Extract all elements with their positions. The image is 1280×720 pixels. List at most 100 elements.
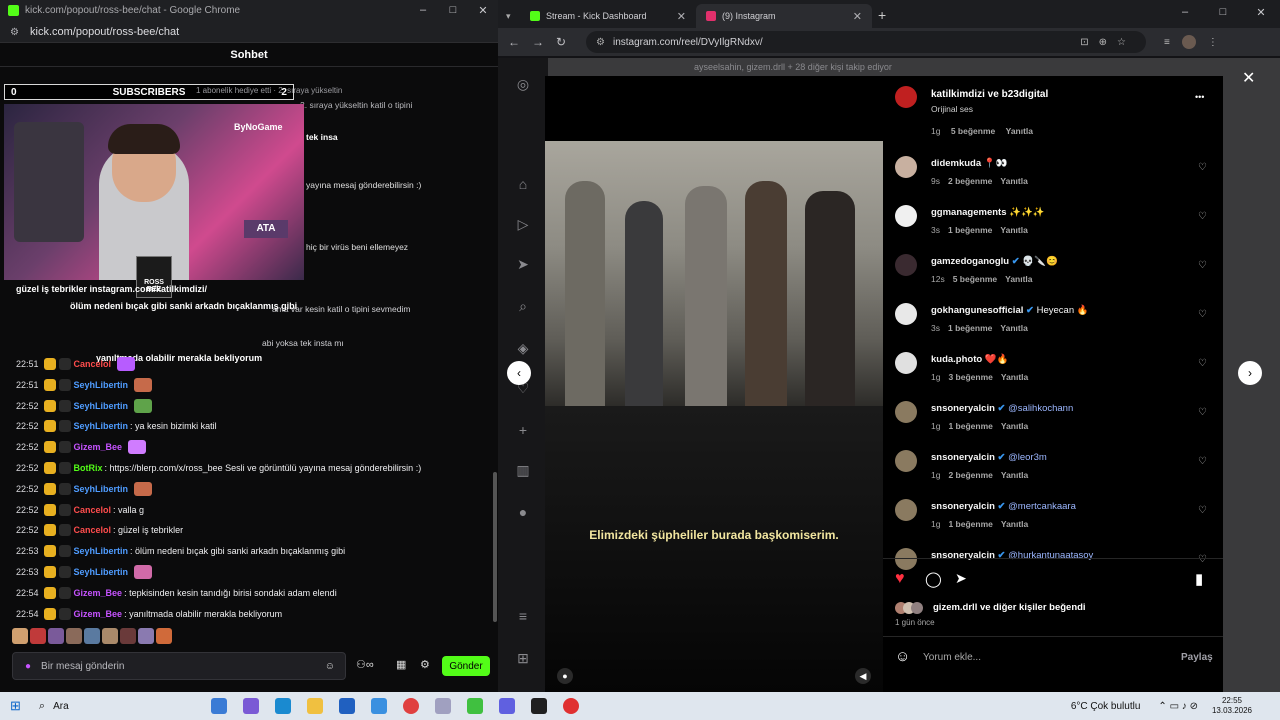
messages-icon[interactable]: ➤: [514, 256, 532, 274]
comment-avatar[interactable]: [895, 254, 917, 276]
emote-icon[interactable]: [120, 628, 136, 644]
message-username[interactable]: BotRix: [74, 463, 103, 473]
menu-icon[interactable]: ⋮: [1208, 37, 1218, 48]
comment-avatar[interactable]: [895, 303, 917, 325]
dashboard-icon[interactable]: ▥: [514, 462, 532, 480]
file-explorer-icon[interactable]: [307, 698, 324, 714]
message-username[interactable]: SeyhLibertin: [74, 567, 129, 577]
reply-link[interactable]: Yanıtla: [1006, 126, 1033, 136]
message-username[interactable]: SeyhLibertin: [74, 484, 129, 494]
instagram-logo-icon[interactable]: ◎: [514, 76, 532, 94]
liked-by-text[interactable]: gizem.drll ve diğer kişiler beğendi: [933, 602, 1086, 613]
comment-avatar[interactable]: [895, 548, 917, 570]
emote-icon[interactable]: [84, 628, 100, 644]
author-avatar[interactable]: [895, 86, 917, 108]
chat-scrollbar[interactable]: [493, 472, 497, 622]
profile-icon[interactable]: ●: [514, 504, 532, 522]
comment-username[interactable]: ggmanagements: [931, 207, 1007, 218]
next-post-button[interactable]: ›: [1238, 361, 1262, 385]
tab-kick-dashboard[interactable]: Stream - Kick Dashboard ✕: [520, 4, 696, 28]
message-username[interactable]: SeyhLibertin: [74, 421, 129, 431]
comment-username[interactable]: snsoneryalcin: [931, 403, 995, 414]
close-post-icon[interactable]: ✕: [1242, 68, 1255, 88]
comment-like-heart-icon[interactable]: ♡: [1198, 358, 1207, 369]
comment-username[interactable]: kuda.photo: [931, 354, 982, 365]
taskbar-search-label[interactable]: Ara: [53, 701, 203, 712]
extensions-icon[interactable]: ≡: [1164, 37, 1170, 48]
more-menu-icon[interactable]: ≡: [514, 608, 532, 626]
comment-like-heart-icon[interactable]: ♡: [1198, 162, 1207, 173]
emote-icon[interactable]: [48, 628, 64, 644]
comment-username[interactable]: didemkuda: [931, 158, 981, 169]
comment-text[interactable]: @hurkantunaatasoy: [1008, 550, 1093, 561]
reply-link[interactable]: Yanıtla: [1001, 372, 1028, 382]
maximize-button[interactable]: □: [438, 4, 468, 17]
emote-icon[interactable]: [30, 628, 46, 644]
app-icon[interactable]: [435, 698, 452, 714]
create-plus-icon[interactable]: +: [514, 422, 532, 440]
microphone-icon[interactable]: ●: [25, 661, 31, 672]
comment-likes[interactable]: 5 beğenme: [953, 274, 997, 284]
emoji-icon[interactable]: ☺: [325, 661, 335, 672]
edge-browser-icon[interactable]: [275, 698, 292, 714]
store-icon[interactable]: [339, 698, 356, 714]
reels-icon[interactable]: ▷: [514, 216, 532, 234]
reply-link[interactable]: Yanıtla: [1000, 225, 1027, 235]
comment-likes[interactable]: 2 beğenme: [948, 470, 992, 480]
comment-like-heart-icon[interactable]: ♡: [1198, 554, 1207, 565]
tab-close-icon[interactable]: ✕: [677, 10, 686, 23]
message-username[interactable]: Gizem_Bee: [74, 609, 123, 619]
post-comment-button[interactable]: Paylaş: [1181, 652, 1213, 663]
task-view-icon[interactable]: [211, 698, 228, 714]
comment-avatar[interactable]: [895, 352, 917, 374]
message-username[interactable]: SeyhLibertin: [74, 401, 129, 411]
address-bar[interactable]: ⚙ instagram.com/reel/DVyIlgRNdxv/ ⊡⊕☆: [586, 31, 1146, 53]
tray-icons[interactable]: ⌃ ▭ ♪ ⊘: [1158, 701, 1198, 712]
reload-icon[interactable]: ↻: [556, 35, 580, 49]
taskbar-clock[interactable]: 22:55 13.03.2026: [1212, 696, 1252, 716]
search-icon[interactable]: ⌕: [39, 700, 45, 713]
copilot-icon[interactable]: [243, 698, 260, 714]
emote-strip[interactable]: [12, 628, 172, 644]
apps-icon[interactable]: ⊞: [514, 650, 532, 668]
settings-icon[interactable]: [371, 698, 388, 714]
close-button[interactable]: ✕: [1242, 6, 1280, 19]
save-bookmark-icon[interactable]: ▮: [1195, 570, 1203, 588]
spotify-icon[interactable]: [467, 698, 484, 714]
message-username[interactable]: Gizem_Bee: [74, 588, 123, 598]
settings-gear-icon[interactable]: ⚙: [420, 658, 430, 671]
comment-likes[interactable]: 1 beğenme: [948, 519, 992, 529]
explore-icon[interactable]: ◈: [514, 340, 532, 358]
comment-likes[interactable]: 1 beğenme: [948, 323, 992, 333]
minimize-button[interactable]: –: [1166, 6, 1204, 19]
comment-likes[interactable]: 1 beğenme: [948, 421, 992, 431]
left-address-bar[interactable]: ⚙ kick.com/popout/ross-bee/chat: [0, 21, 498, 43]
emoji-picker-icon[interactable]: ☺: [895, 648, 910, 665]
emote-icon[interactable]: [12, 628, 28, 644]
minimize-button[interactable]: –: [408, 4, 438, 17]
chat-message-input[interactable]: ● Bir mesaj gönderin ☺: [12, 652, 346, 680]
comment-input[interactable]: Yorum ekle...: [923, 652, 981, 663]
comment-avatar[interactable]: [895, 156, 917, 178]
comment-like-heart-icon[interactable]: ♡: [1198, 309, 1207, 320]
comment-like-heart-icon[interactable]: ♡: [1198, 505, 1207, 516]
reply-link[interactable]: Yanıtla: [1005, 274, 1032, 284]
reply-link[interactable]: Yanıtla: [1001, 421, 1028, 431]
post-audio[interactable]: Orijinal ses: [931, 104, 973, 114]
back-icon[interactable]: ←: [508, 35, 532, 49]
message-username[interactable]: SeyhLibertin: [74, 546, 129, 556]
site-info-icon[interactable]: ⚙: [596, 37, 605, 48]
emote-icon[interactable]: [66, 628, 82, 644]
emote-icon[interactable]: [138, 628, 154, 644]
emote-icon[interactable]: [102, 628, 118, 644]
comment-likes[interactable]: 2 beğenme: [948, 176, 992, 186]
tab-instagram[interactable]: (9) Instagram ✕: [696, 4, 872, 28]
comment-avatar[interactable]: [895, 205, 917, 227]
comment-username[interactable]: snsoneryalcin: [931, 501, 995, 512]
maximize-button[interactable]: □: [1204, 6, 1242, 19]
comment-likes[interactable]: 3 beğenme: [948, 372, 992, 382]
comment-like-heart-icon[interactable]: ♡: [1198, 456, 1207, 467]
previous-post-button[interactable]: ‹: [507, 361, 531, 385]
comment-avatar[interactable]: [895, 401, 917, 423]
emote-icon[interactable]: [156, 628, 172, 644]
